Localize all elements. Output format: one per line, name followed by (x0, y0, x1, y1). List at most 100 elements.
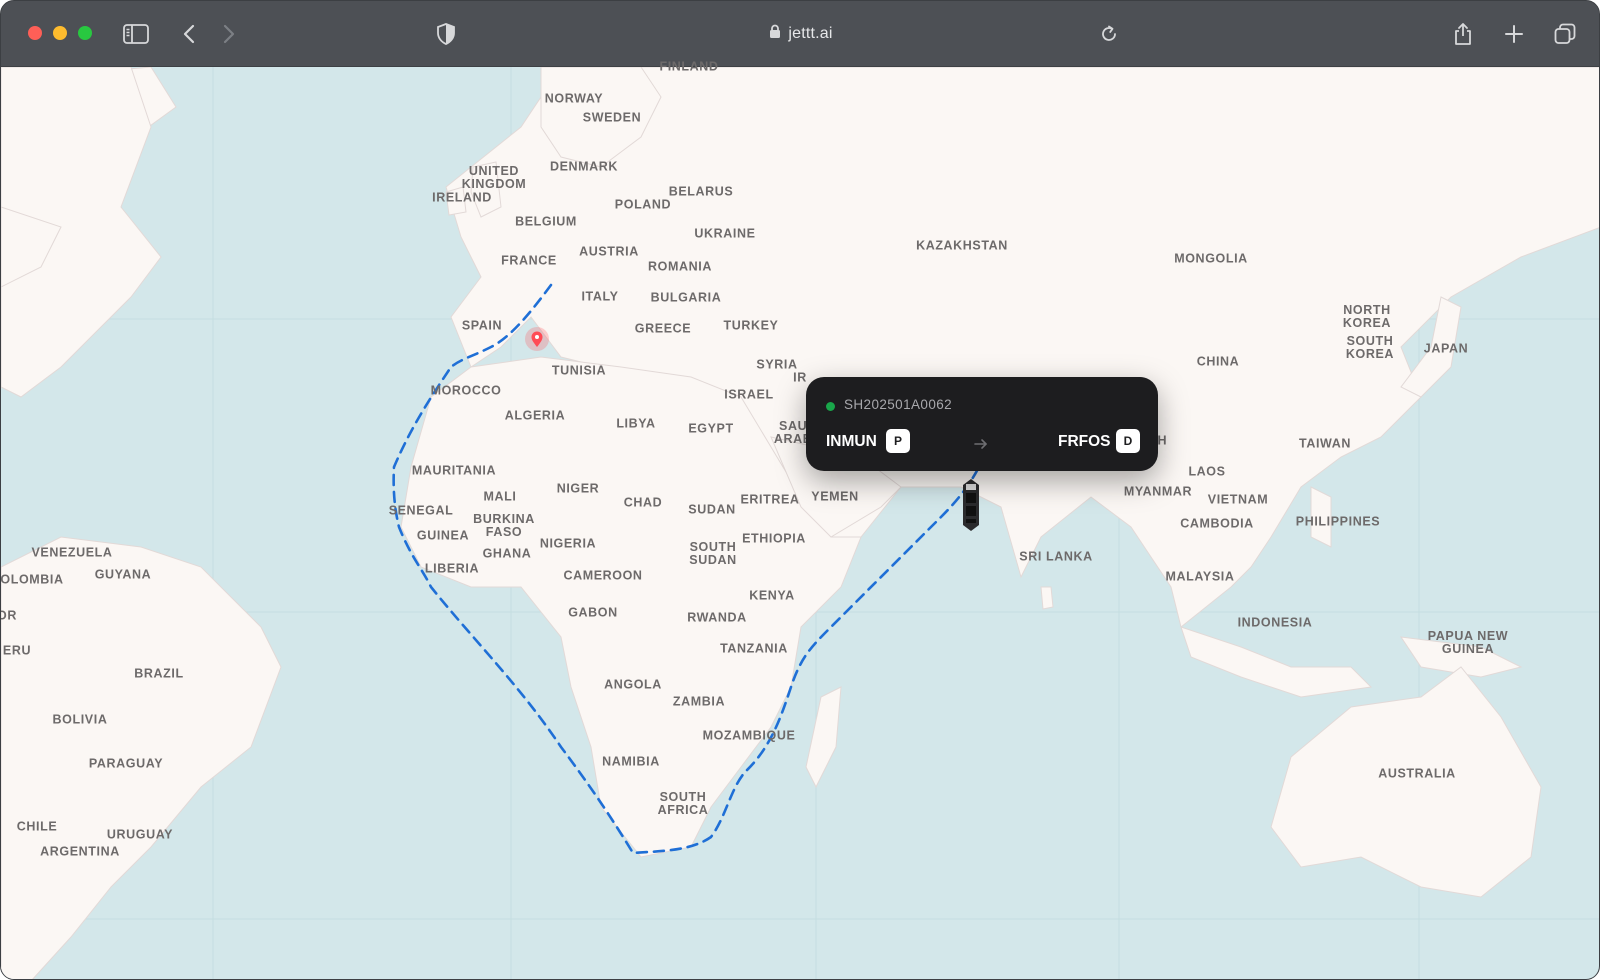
country-label-chile: CHILE (16, 819, 58, 834)
country-label-ecuador: OR (1, 608, 17, 623)
country-label-south-africa: SOUTH AFRICA (657, 790, 709, 817)
tabs-overview-icon[interactable] (1550, 19, 1580, 49)
country-label-philippines: PHILIPPINES (1295, 514, 1381, 529)
country-label-algeria: ALGERIA (504, 408, 566, 423)
country-label-egypt: EGYPT (688, 421, 734, 436)
country-label-mozambique: MOZAMBIQUE (702, 728, 796, 743)
origin-tag-badge: P (886, 429, 910, 453)
shield-icon[interactable] (431, 19, 461, 49)
origin-port-code: INMUN (826, 433, 877, 450)
destination-tag-badge: D (1116, 429, 1140, 453)
country-label-papua-new-guinea: PAPUA NEW GUINEA (1427, 629, 1509, 656)
country-label-italy: ITALY (581, 289, 619, 304)
country-label-greece: GREECE (634, 321, 692, 336)
country-label-cambodia: CAMBODIA (1180, 516, 1254, 531)
country-label-japan: JAPAN (1423, 341, 1469, 356)
country-label-bolivia: BOLIVIA (52, 712, 108, 727)
shipment-route-line[interactable] (392, 283, 981, 855)
country-label-cameroon: CAMEROON (563, 568, 643, 583)
country-label-malaysia: MALAYSIA (1165, 569, 1235, 584)
country-label-iran: IR (793, 370, 807, 385)
country-label-liberia: LIBERIA (424, 561, 480, 576)
country-label-belgium: BELGIUM (515, 214, 577, 229)
reload-icon[interactable] (1094, 19, 1124, 49)
country-label-norway: NORWAY (544, 91, 604, 106)
country-label-colombia: OLOMBIA (0, 572, 64, 587)
country-label-morocco: MOROCCO (430, 383, 502, 398)
url-text: jettt.ai (788, 25, 833, 42)
zoom-window-button[interactable] (78, 26, 92, 40)
country-label-vietnam: VIETNAM (1207, 492, 1269, 507)
world-map[interactable]: FINLAND NORWAY SWEDEN UNITED KINGDOM IRELAND… (0, 60, 1599, 979)
country-label-angola: ANGOLA (604, 677, 662, 692)
country-label-zambia: ZAMBIA (672, 694, 726, 709)
country-label-rwanda: RWANDA (687, 610, 747, 625)
country-label-burkina-faso: BURKINA FASO (473, 512, 535, 539)
close-window-button[interactable] (28, 26, 42, 40)
country-label-peru: ERU (2, 643, 32, 658)
country-label-ireland: IRELAND (432, 190, 492, 205)
status-indicator (826, 402, 835, 411)
country-label-yemen: YEMEN (811, 489, 859, 504)
country-label-south-korea: SOUTH KOREA (1345, 334, 1395, 361)
country-label-france: FRANCE (501, 253, 557, 268)
shipment-id: SH202501A0062 (844, 397, 953, 412)
country-label-kenya: KENYA (749, 588, 795, 603)
country-label-brazil: BRAZIL (134, 666, 184, 681)
country-label-guyana: GUYANA (94, 567, 152, 582)
country-label-taiwan: TAIWAN (1299, 436, 1351, 451)
country-label-indonesia: INDONESIA (1237, 615, 1313, 630)
country-label-finland: FINLAND (659, 59, 719, 74)
country-label-ethiopia: ETHIOPIA (742, 531, 806, 546)
country-label-kazakhstan: KAZAKHSTAN (916, 238, 1008, 253)
country-label-austria: AUSTRIA (579, 244, 639, 259)
country-label-mongolia: MONGOLIA (1174, 251, 1248, 266)
country-label-venezuela: VENEZUELA (31, 545, 113, 560)
country-label-north-korea: NORTH KOREA (1342, 303, 1392, 330)
country-label-syria: SYRIA (756, 357, 798, 372)
browser-toolbar: jettt.ai (1, 1, 1599, 67)
country-label-guinea: GUINEA (416, 528, 470, 543)
country-label-tunisia: TUNISIA (551, 363, 607, 378)
country-label-romania: ROMANIA (648, 259, 712, 274)
shipment-tooltip[interactable]: SH202501A0062 INMUN P FRFOS D (806, 377, 1158, 471)
country-label-poland: POLAND (614, 197, 672, 212)
destination-port-code: FRFOS (1058, 433, 1111, 450)
country-label-china: CHINA (1196, 354, 1240, 369)
country-label-myanmar: MYANMAR (1123, 484, 1193, 499)
country-label-eritrea: ERITREA (740, 492, 800, 507)
country-label-sudan: SUDAN (688, 502, 736, 517)
chevron-right-icon[interactable] (214, 19, 244, 49)
country-label-gabon: GABON (568, 605, 618, 620)
country-label-mauritania: MAURITANIA (411, 463, 497, 478)
country-label-belarus: BELARUS (668, 184, 734, 199)
country-label-ghana: GHANA (482, 546, 532, 561)
country-label-spain: SPAIN (461, 318, 503, 333)
chevron-left-icon[interactable] (174, 19, 204, 49)
country-label-turkey: TURKEY (723, 318, 779, 333)
country-label-sweden: SWEDEN (582, 110, 642, 125)
country-label-united-kingdom: UNITED KINGDOM (461, 164, 527, 191)
country-label-denmark: DENMARK (549, 159, 619, 174)
country-label-israel: ISRAEL (724, 387, 774, 402)
country-label-uruguay: URUGUAY (106, 827, 174, 842)
country-label-namibia: NAMIBIA (602, 754, 660, 769)
address-bar[interactable]: jettt.ai (701, 19, 901, 49)
country-label-chad: CHAD (623, 495, 663, 510)
country-label-senegal: SENEGAL (388, 503, 454, 518)
minimize-window-button[interactable] (53, 26, 67, 40)
country-label-tanzania: TANZANIA (720, 641, 788, 656)
plus-icon[interactable] (1499, 19, 1529, 49)
country-label-south-sudan: SOUTH SUDAN (689, 540, 737, 567)
country-label-laos: LAOS (1188, 464, 1226, 479)
country-label-libya: LIBYA (616, 416, 656, 431)
sidebar-icon[interactable] (121, 19, 151, 49)
country-label-sri-lanka: SRI LANKA (1019, 549, 1093, 564)
country-label-niger: NIGER (556, 481, 600, 496)
arrow-right-icon (974, 437, 988, 455)
country-label-ukraine: UKRAINE (694, 226, 756, 241)
country-label-mali: MALI (483, 489, 517, 504)
share-icon[interactable] (1448, 19, 1478, 49)
lock-icon (769, 24, 781, 44)
country-label-australia: AUSTRALIA (1378, 766, 1456, 781)
